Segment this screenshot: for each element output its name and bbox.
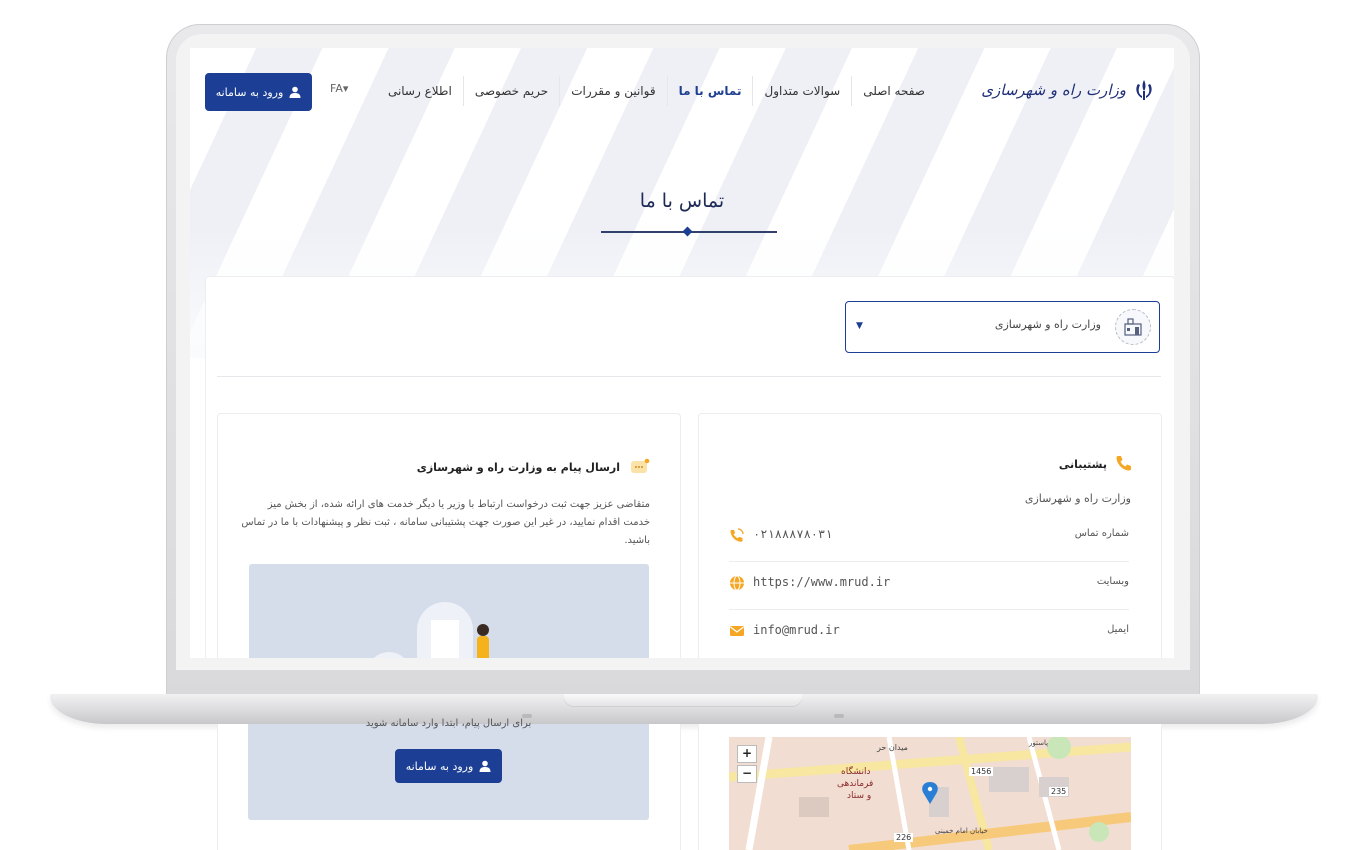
- support-card: پشتیبانی وزارت راه و شهرسازی شماره تماس …: [698, 413, 1162, 658]
- phone-icon: [1116, 456, 1131, 471]
- map-label-square: میدان حر: [877, 743, 908, 752]
- login-button[interactable]: ورود به سامانه: [205, 73, 312, 111]
- support-row-email: ایمیل info@mrud.ir: [729, 610, 1129, 658]
- support-row-phone: شماره تماس ۰۲۱۸۸۸۷۸۰۳۱: [729, 514, 1129, 562]
- map-zoom-in-button[interactable]: +: [737, 745, 757, 763]
- map-label-command: فرماندهی: [837, 779, 874, 789]
- phone-label: شماره تماس: [1074, 528, 1129, 539]
- email-value[interactable]: info@mrud.ir: [753, 623, 840, 637]
- building-icon: [1124, 318, 1142, 336]
- contact-illustration: [249, 564, 649, 658]
- website-value[interactable]: https://www.mrud.ir: [753, 575, 890, 589]
- organization-select-value: وزارت راه و شهرسازی: [994, 318, 1101, 331]
- support-org: وزارت راه و شهرسازی: [1024, 492, 1131, 505]
- map-label-pasteur: پاستور: [1029, 739, 1049, 747]
- message-description: متقاضی عزیز جهت ثبت درخواست ارتباط با وز…: [241, 499, 650, 546]
- message-login-button[interactable]: ورود به سامانه: [395, 749, 502, 783]
- emblem-icon: [1136, 80, 1152, 100]
- phone-value[interactable]: ۰۲۱۸۸۸۷۸۰۳۱: [753, 527, 832, 541]
- organization-logo-icon: [1115, 309, 1151, 345]
- nav-faq[interactable]: سوالات متداول: [752, 76, 851, 106]
- email-label: ایمیل: [1107, 624, 1129, 635]
- map-road-235: 235: [1049, 787, 1069, 796]
- language-dropdown[interactable]: FA▾: [330, 82, 348, 95]
- support-card-title: پشتیبانی: [1058, 458, 1107, 471]
- nav-news[interactable]: اطلاع رسانی: [377, 76, 463, 106]
- map-graphic: [729, 737, 1131, 850]
- login-prompt: برای ارسال پیام، ابتدا وارد سامانه شوید: [365, 718, 532, 729]
- location-map[interactable]: میدان حر دانشگاه فرماندهی و ستاد 1456 23…: [729, 737, 1131, 850]
- nav-home[interactable]: صفحه اصلی: [851, 76, 936, 106]
- login-button-label: ورود به سامانه: [215, 85, 284, 99]
- globe-icon: [730, 575, 744, 591]
- chat-icon: [631, 458, 650, 473]
- brand-name: وزارت راه و شهرسازی: [981, 81, 1126, 99]
- map-label-university: دانشگاه: [841, 767, 871, 777]
- nav-rules[interactable]: قوانین و مقررات: [559, 76, 666, 106]
- map-zoom-out-button[interactable]: −: [737, 765, 757, 783]
- map-road-1456: 1456: [969, 767, 994, 776]
- website-label: وبسایت: [1096, 576, 1129, 587]
- message-card: ارسال پیام به وزارت راه و شهرسازی متقاضی…: [217, 413, 681, 658]
- phone-icon: [730, 528, 744, 542]
- main-nav: صفحه اصلی سوالات متداول تماس با ما قوانی…: [377, 76, 936, 106]
- message-card-title: ارسال پیام به وزارت راه و شهرسازی: [416, 461, 620, 474]
- screen: وزارت راه و شهرسازی صفحه اصلی سوالات متد…: [190, 48, 1174, 658]
- nav-privacy[interactable]: حریم خصوصی: [462, 76, 559, 106]
- support-row-website: وبسایت https://www.mrud.ir: [729, 562, 1129, 610]
- illustration-graphic: [373, 602, 489, 658]
- page-title: تماس با ما: [639, 190, 725, 212]
- map-label-imam-khomeini: خیابان امام خمینی: [935, 827, 988, 835]
- nav-contact[interactable]: تماس با ما: [666, 76, 753, 106]
- user-icon: [289, 86, 301, 98]
- map-label-staff: و ستاد: [847, 791, 872, 801]
- brand-logo[interactable]: وزارت راه و شهرسازی: [981, 78, 1156, 102]
- mail-icon: [730, 626, 744, 636]
- chevron-down-icon: ▼: [856, 321, 863, 331]
- user-icon: [479, 760, 491, 772]
- map-road-226: 226: [894, 833, 914, 842]
- laptop-notch: [564, 694, 802, 706]
- organization-select[interactable]: وزارت راه و شهرسازی ▼: [845, 301, 1160, 353]
- divider: [217, 376, 1161, 377]
- message-login-label: ورود به سامانه: [405, 759, 474, 773]
- hinge-dot: [834, 714, 844, 718]
